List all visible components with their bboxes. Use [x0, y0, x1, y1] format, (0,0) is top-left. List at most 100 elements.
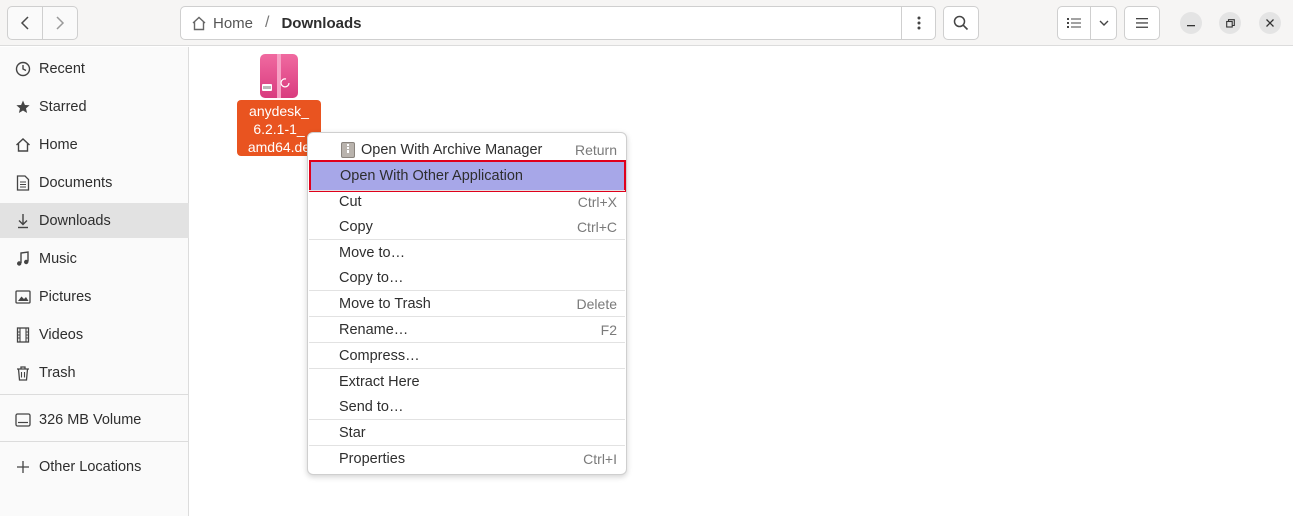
- sidebar-divider: [0, 394, 189, 395]
- header-bar: Home / Downloads: [0, 0, 1293, 46]
- menu-item-label: Star: [339, 424, 366, 441]
- menu-item-shortcut: Delete: [576, 295, 617, 312]
- file-name-line: anydesk_: [249, 103, 309, 119]
- menu-item-star[interactable]: Star: [308, 420, 626, 445]
- minimize-button[interactable]: [1180, 12, 1202, 34]
- menu-item-properties[interactable]: Properties Ctrl+I: [308, 446, 626, 471]
- drive-icon: [14, 411, 32, 429]
- download-icon: [14, 212, 32, 230]
- path-bar: Home / Downloads: [180, 6, 936, 40]
- menu-item-send-to[interactable]: Send to…: [308, 394, 626, 419]
- sidebar-item-label: Documents: [39, 174, 113, 191]
- home-icon: [14, 136, 32, 154]
- menu-item-move-to-trash[interactable]: Move to Trash Delete: [308, 291, 626, 316]
- menu-item-label: Rename…: [339, 321, 409, 338]
- breadcrumb-separator: /: [265, 14, 270, 31]
- sidebar-item-starred[interactable]: Starred: [0, 89, 189, 124]
- sidebar-item-label: 326 MB Volume: [39, 411, 142, 428]
- sidebar-item-trash[interactable]: Trash: [0, 355, 189, 390]
- sidebar-item-recent[interactable]: Recent: [0, 51, 189, 86]
- close-button[interactable]: [1259, 12, 1281, 34]
- menu-item-cut[interactable]: Cut Ctrl+X: [308, 189, 626, 214]
- close-icon: [1266, 19, 1274, 27]
- back-button[interactable]: [8, 7, 43, 39]
- sidebar-item-pictures[interactable]: Pictures: [0, 279, 189, 314]
- vertical-dots-icon: [917, 16, 920, 30]
- minimize-icon: [1187, 25, 1195, 27]
- menu-item-label: Copy: [339, 218, 373, 235]
- menu-item-label: Cut: [339, 193, 362, 210]
- menu-item-label: Move to Trash: [339, 295, 431, 312]
- breadcrumb-home-label: Home: [213, 14, 254, 32]
- sidebar-item-label: Pictures: [39, 288, 92, 305]
- sidebar-item-documents[interactable]: Documents: [0, 165, 189, 200]
- main-menu-button[interactable]: [1124, 6, 1160, 40]
- menu-item-extract-here[interactable]: Extract Here: [308, 369, 626, 394]
- sidebar-divider: [0, 441, 189, 442]
- sidebar-item-videos[interactable]: Videos: [0, 317, 189, 352]
- view-dropdown-button[interactable]: [1091, 7, 1116, 39]
- menu-item-copy[interactable]: Copy Ctrl+C: [308, 214, 626, 239]
- menu-item-copy-to[interactable]: Copy to…: [308, 265, 626, 290]
- menu-item-shortcut: Ctrl+I: [583, 450, 617, 467]
- search-icon: [953, 15, 969, 31]
- menu-item-label: Open With Other Application: [340, 168, 523, 184]
- sidebar-item-label: Starred: [39, 98, 87, 115]
- deb-package-icon[interactable]: [259, 53, 299, 99]
- view-options-group: [1057, 6, 1117, 40]
- sidebar-item-label: Recent: [39, 60, 85, 77]
- sidebar: Recent Starred Home Documents Downloads …: [0, 47, 189, 516]
- context-menu: Open With Archive Manager Return Open Wi…: [307, 132, 627, 475]
- sidebar-item-music[interactable]: Music: [0, 241, 189, 276]
- chevron-down-icon: [1099, 20, 1108, 26]
- menu-item-shortcut: Ctrl+X: [577, 193, 617, 210]
- menu-item-open-other-application[interactable]: Open With Other Application: [309, 160, 626, 192]
- music-icon: [14, 250, 32, 268]
- menu-item-label: Send to…: [339, 398, 404, 415]
- list-view-icon: [1067, 18, 1081, 28]
- hamburger-menu-icon: [1136, 18, 1148, 28]
- maximize-button[interactable]: [1219, 12, 1241, 34]
- chevron-right-icon: [56, 16, 65, 30]
- menu-item-shortcut: Ctrl+C: [576, 218, 617, 235]
- star-icon: [14, 98, 32, 116]
- menu-item-shortcut: F2: [600, 321, 617, 338]
- sidebar-item-other-locations[interactable]: Other Locations: [0, 449, 189, 484]
- picture-icon: [14, 288, 32, 306]
- menu-item-rename[interactable]: Rename… F2: [308, 317, 626, 342]
- menu-item-shortcut: Return: [574, 141, 617, 158]
- document-icon: [14, 174, 32, 192]
- sidebar-item-volume[interactable]: 326 MB Volume: [0, 402, 189, 437]
- sidebar-item-label: Downloads: [39, 212, 111, 229]
- sidebar-item-label: Other Locations: [39, 458, 142, 475]
- menu-item-label: Move to…: [339, 244, 406, 261]
- trash-icon: [14, 364, 32, 382]
- plus-icon: [14, 458, 32, 476]
- menu-item-label: Compress…: [339, 347, 420, 364]
- search-button[interactable]: [943, 6, 979, 40]
- breadcrumb-current[interactable]: Downloads: [281, 15, 361, 32]
- navigation-buttons: [7, 6, 78, 40]
- menu-item-move-to[interactable]: Move to…: [308, 240, 626, 265]
- home-icon: [192, 16, 206, 30]
- menu-item-open-archive-manager[interactable]: Open With Archive Manager Return: [308, 137, 626, 162]
- sidebar-item-label: Music: [39, 250, 77, 267]
- menu-item-label: Extract Here: [339, 373, 420, 390]
- sidebar-item-downloads[interactable]: Downloads: [0, 203, 189, 238]
- menu-item-label: Open With Archive Manager: [361, 141, 543, 158]
- sidebar-item-label: Trash: [39, 364, 76, 381]
- menu-item-compress[interactable]: Compress…: [308, 343, 626, 368]
- sidebar-item-home[interactable]: Home: [0, 127, 189, 162]
- chevron-left-icon: [20, 16, 29, 30]
- sidebar-item-label: Home: [39, 136, 78, 153]
- clock-icon: [14, 60, 32, 78]
- sidebar-item-label: Videos: [39, 326, 84, 343]
- menu-item-label: Properties: [339, 450, 406, 467]
- breadcrumb-home[interactable]: Home: [191, 15, 253, 32]
- restore-icon: [1225, 18, 1235, 28]
- forward-button[interactable]: [43, 7, 77, 39]
- video-icon: [14, 326, 32, 344]
- menu-item-label: Copy to…: [339, 269, 404, 286]
- list-view-button[interactable]: [1058, 7, 1091, 39]
- path-menu-button[interactable]: [901, 7, 935, 39]
